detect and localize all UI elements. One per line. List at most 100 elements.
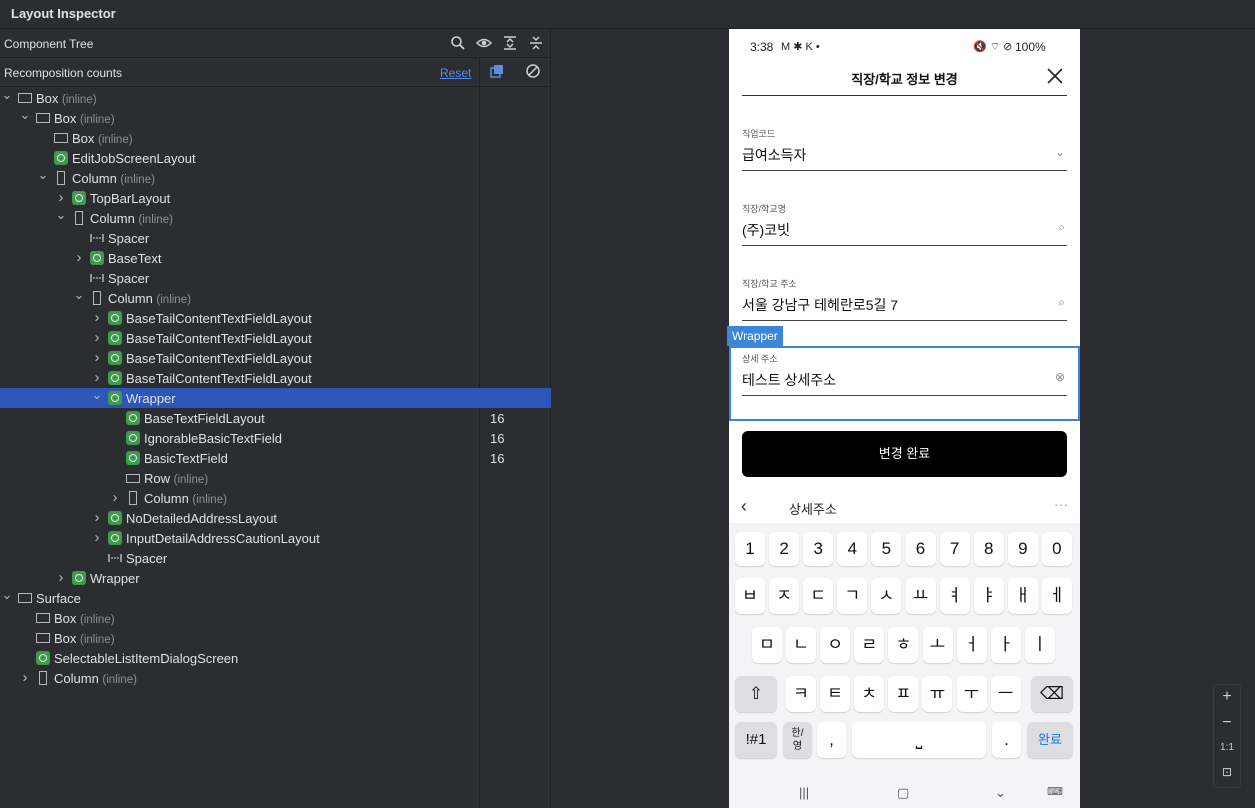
- keyboard-key[interactable]: ㅗ: [922, 627, 953, 663]
- zoom-in-button[interactable]: +: [1214, 688, 1240, 706]
- search-icon[interactable]: [449, 35, 467, 53]
- collapse-arrow-icon[interactable]: ⌄: [36, 167, 50, 183]
- more-icon[interactable]: ···: [1054, 496, 1068, 512]
- keyboard-key[interactable]: ㅠ: [922, 676, 953, 712]
- language-key[interactable]: 한/영: [783, 722, 812, 758]
- expand-arrow-icon[interactable]: ›: [90, 330, 104, 346]
- keyboard-key[interactable]: 9: [1007, 532, 1038, 566]
- close-icon[interactable]: [1043, 64, 1067, 88]
- keyboard-key[interactable]: 4: [837, 532, 868, 566]
- eye-icon[interactable]: [475, 35, 493, 53]
- period-key[interactable]: .: [992, 722, 1021, 758]
- keyboard-key[interactable]: ㅛ: [905, 578, 936, 614]
- recents-icon[interactable]: |||: [799, 785, 809, 800]
- tree-row[interactable]: ⌄ Box (inline): [0, 87, 551, 108]
- tree-row[interactable]: › BaseTailContentTextFieldLayout: [0, 308, 551, 328]
- expand-arrow-icon[interactable]: ›: [90, 350, 104, 366]
- keyboard-key[interactable]: 0: [1041, 532, 1072, 566]
- keyboard-key[interactable]: ㅇ: [820, 627, 851, 663]
- tree-row[interactable]: › NoDetailedAddressLayout: [0, 508, 551, 528]
- keyboard-toggle-icon[interactable]: ⌨: [1047, 785, 1063, 798]
- keyboard-key[interactable]: ㅁ: [752, 627, 782, 663]
- tree-row[interactable]: Box (inline): [0, 608, 551, 628]
- tree-row[interactable]: ⌄ Wrapper: [0, 387, 551, 408]
- tree-row[interactable]: Row (inline): [0, 468, 551, 488]
- expand-arrow-icon[interactable]: ›: [108, 490, 122, 506]
- tree-row[interactable]: › BaseTailContentTextFieldLayout: [0, 328, 551, 348]
- field-value[interactable]: (주)코빗: [742, 220, 790, 240]
- expand-arrow-icon[interactable]: ›: [54, 570, 68, 586]
- keyboard-key[interactable]: ㅈ: [769, 578, 800, 614]
- expand-arrow-icon[interactable]: ›: [90, 310, 104, 326]
- form-field[interactable]: 직업코드 급여소득자 ⌄: [742, 127, 1067, 171]
- keyboard-key[interactable]: ㄴ: [786, 627, 817, 663]
- keyboard-key[interactable]: ㅔ: [1041, 578, 1072, 614]
- collapse-arrow-icon[interactable]: ⌄: [0, 87, 14, 103]
- submit-button[interactable]: 변경 완료: [742, 431, 1067, 477]
- tree-row[interactable]: › BaseTailContentTextFieldLayout: [0, 348, 551, 368]
- disable-icon[interactable]: [524, 63, 542, 81]
- done-key[interactable]: 완료: [1027, 722, 1073, 758]
- expand-arrow-icon[interactable]: ›: [90, 530, 104, 546]
- fit-screen-icon[interactable]: ⊡: [1214, 765, 1240, 779]
- tree-row[interactable]: Box (inline): [0, 628, 551, 648]
- keyboard-key[interactable]: ㄷ: [803, 578, 834, 614]
- home-icon[interactable]: ▢: [897, 785, 909, 801]
- keyboard-key[interactable]: 6: [905, 532, 936, 566]
- keyboard-key[interactable]: ㅋ: [786, 676, 816, 712]
- keyboard-key[interactable]: ㅌ: [820, 676, 851, 712]
- suggestion-text[interactable]: 상세주소: [789, 499, 837, 518]
- tree-row[interactable]: Spacer: [0, 268, 551, 288]
- zoom-actual-size-button[interactable]: 1:1: [1214, 742, 1240, 753]
- tree-row[interactable]: › Column (inline): [0, 668, 551, 688]
- keyboard-key[interactable]: 5: [871, 532, 902, 566]
- tree-row[interactable]: ⌄ Surface: [0, 587, 551, 608]
- tree-row[interactable]: ⌄ Box (inline): [0, 107, 551, 128]
- expand-arrow-icon[interactable]: ›: [18, 670, 32, 686]
- tree-row[interactable]: IgnorableBasicTextField 16: [0, 428, 551, 448]
- tree-row[interactable]: EditJobScreenLayout: [0, 148, 551, 168]
- keyboard-key[interactable]: ㅊ: [854, 676, 885, 712]
- keyboard-key[interactable]: ㅜ: [956, 676, 987, 712]
- tree-row[interactable]: ⌄ Column (inline): [0, 207, 551, 228]
- shift-key[interactable]: ⇧: [735, 676, 777, 712]
- keyboard-key[interactable]: ㅣ: [1024, 627, 1055, 663]
- expand-arrow-icon[interactable]: ›: [90, 510, 104, 526]
- keyboard-key[interactable]: ㅅ: [871, 578, 902, 614]
- form-field[interactable]: 직장/학교명 (주)코빗 ⌕: [742, 202, 1067, 246]
- search-icon[interactable]: ⌕: [1058, 295, 1065, 310]
- tree-row[interactable]: ⌄ Column (inline): [0, 167, 551, 188]
- back-arrow-icon[interactable]: ‹: [741, 496, 747, 517]
- zoom-out-button[interactable]: −: [1214, 714, 1240, 732]
- field-value[interactable]: 서울 강남구 테헤란로5길 7: [742, 295, 898, 315]
- collapse-all-icon[interactable]: [527, 35, 545, 53]
- tree-row[interactable]: › TopBarLayout: [0, 188, 551, 208]
- backspace-key[interactable]: ⌫: [1031, 676, 1073, 712]
- tree-row[interactable]: SelectableListItemDialogScreen: [0, 648, 551, 668]
- collapse-arrow-icon[interactable]: ⌄: [54, 207, 68, 223]
- tree-row[interactable]: Box (inline): [0, 128, 551, 148]
- search-icon[interactable]: ⌕: [1058, 220, 1065, 235]
- keyboard-key[interactable]: 2: [769, 532, 800, 566]
- collapse-arrow-icon[interactable]: ⌄: [0, 587, 14, 603]
- tree-row[interactable]: › Wrapper: [0, 568, 551, 588]
- tree-row[interactable]: › InputDetailAddressCautionLayout: [0, 528, 551, 548]
- tree-row[interactable]: ⌄ Column (inline): [0, 287, 551, 308]
- keyboard-key[interactable]: ㄹ: [854, 627, 885, 663]
- tree-row[interactable]: Spacer: [0, 228, 551, 248]
- tree-row[interactable]: BaseTextFieldLayout 16: [0, 408, 551, 428]
- tree-row[interactable]: Spacer: [0, 548, 551, 568]
- form-field[interactable]: 직장/학교 주소 서울 강남구 테헤란로5길 7 ⌕: [742, 277, 1067, 321]
- keyboard-key[interactable]: ㅡ: [990, 676, 1021, 712]
- space-key[interactable]: ⎵: [852, 722, 986, 758]
- keyboard-key[interactable]: ㄱ: [837, 578, 868, 614]
- collapse-arrow-icon[interactable]: ⌄: [90, 387, 104, 403]
- keyboard-key[interactable]: ㅎ: [888, 627, 919, 663]
- expand-arrow-icon[interactable]: ›: [90, 370, 104, 386]
- comma-key[interactable]: ,: [817, 722, 846, 758]
- chevron-down-icon[interactable]: ⌄: [1055, 145, 1065, 159]
- keyboard-key[interactable]: ㅐ: [1007, 578, 1038, 614]
- reset-link[interactable]: Reset: [440, 66, 471, 80]
- keyboard-key[interactable]: ㅕ: [939, 578, 970, 614]
- keyboard-key[interactable]: ㅂ: [735, 578, 765, 614]
